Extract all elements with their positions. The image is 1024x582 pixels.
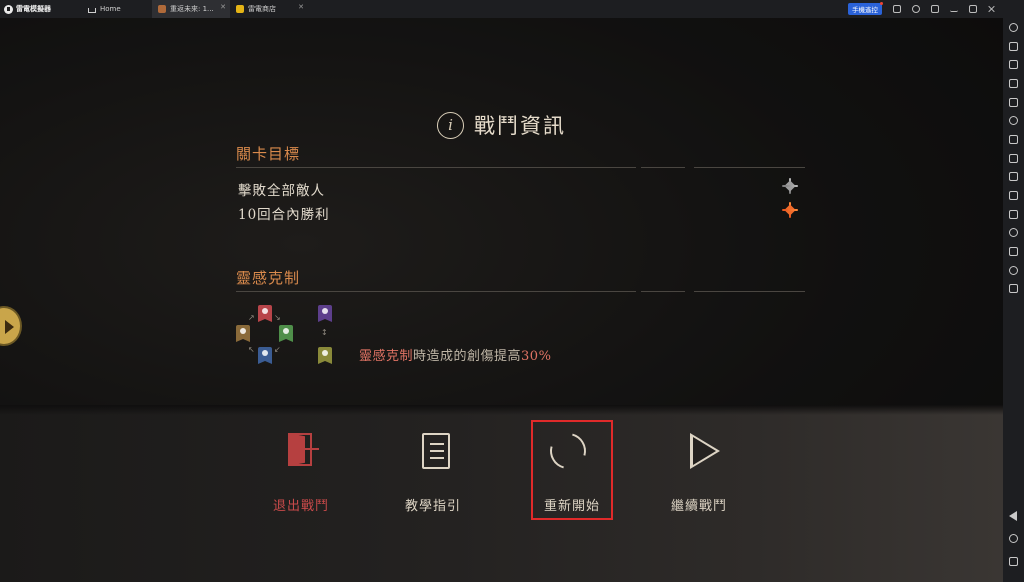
objective-star-earned-icon xyxy=(782,202,798,218)
continue-battle-button[interactable]: 繼續戰鬥 xyxy=(658,429,740,529)
objective-star-unearned-icon xyxy=(782,178,798,194)
divider xyxy=(236,167,636,168)
divider xyxy=(236,291,636,292)
arrow-icon: ↘ xyxy=(274,313,281,322)
settings-icon[interactable] xyxy=(1009,23,1018,32)
shake-icon[interactable] xyxy=(1009,284,1018,293)
record-icon[interactable] xyxy=(1009,154,1018,163)
objectives-heading: 關卡目標 xyxy=(236,145,301,163)
game-viewport[interactable]: i 戰鬥資訊 關卡目標 擊敗全部敵人 10回合內勝利 靈感克制 ↗ ↘ ↙ ↖ … xyxy=(0,18,1003,582)
folder-icon[interactable] xyxy=(1009,247,1018,256)
arrow-icon: ↙ xyxy=(274,345,281,354)
close-tab-icon[interactable]: ✕ xyxy=(220,3,226,11)
store-icon xyxy=(236,5,244,13)
home-icon xyxy=(88,7,96,13)
recent-apps-icon[interactable] xyxy=(1009,557,1018,566)
plant-arcanum-icon xyxy=(279,325,293,342)
book-icon xyxy=(416,431,452,471)
home-nav-icon[interactable] xyxy=(1009,534,1018,543)
keyboard-icon[interactable] xyxy=(1009,42,1018,51)
affinity-wheel: ↗ ↘ ↙ ↖ ↕ xyxy=(234,305,334,381)
gamepad-icon[interactable] xyxy=(893,5,901,13)
tab-store-label: 雷電商店 xyxy=(248,5,276,13)
divider xyxy=(694,291,805,292)
tab-home[interactable]: Home xyxy=(78,0,152,18)
account-icon[interactable] xyxy=(912,5,920,13)
sync-icon[interactable] xyxy=(1009,210,1018,219)
tab-game[interactable]: 重返未來: 1... ✕ xyxy=(152,0,230,18)
affinity-keyword: 靈感克制 xyxy=(359,349,414,364)
affinity-middle-text: 時造成的創傷提高 xyxy=(413,349,522,364)
exit-battle-button[interactable]: 退出戰鬥 xyxy=(260,429,342,529)
exit-door-icon xyxy=(284,431,320,471)
volume-down-icon[interactable] xyxy=(1009,79,1018,88)
restart-label: 重新開始 xyxy=(543,499,600,514)
objective-item: 10回合內勝利 xyxy=(238,207,330,223)
arrow-icon: ↖ xyxy=(248,345,255,354)
location-icon[interactable] xyxy=(1009,266,1018,275)
window-titlebar: 雷電模擬器 Home 重返未來: 1... ✕ 雷電商店 ✕ 手機遙控 xyxy=(0,0,1024,18)
restart-button[interactable]: 重新開始 xyxy=(531,420,613,520)
resize-icon[interactable] xyxy=(1009,98,1018,107)
continue-battle-label: 繼續戰鬥 xyxy=(670,499,727,514)
install-apk-icon[interactable] xyxy=(1009,135,1018,144)
affinity-heading: 靈感克制 xyxy=(236,269,301,287)
battle-info-header: i 戰鬥資訊 xyxy=(0,110,1003,140)
spirit-arcanum-icon xyxy=(318,305,332,322)
scissors-icon[interactable] xyxy=(1009,172,1018,181)
tutorial-guide-button[interactable]: 教學指引 xyxy=(392,429,474,529)
arrow-icon: ↕ xyxy=(321,328,328,337)
divider xyxy=(641,291,685,292)
intellect-arcanum-icon xyxy=(318,347,332,364)
app-logo: 雷電模擬器 xyxy=(0,4,78,14)
affinity-description: 靈感克制時造成的創傷提高30% xyxy=(359,345,551,364)
maximize-icon[interactable] xyxy=(969,5,977,13)
arrow-icon: ↗ xyxy=(248,313,255,322)
affinity-bonus-value: 30% xyxy=(521,349,552,364)
restart-icon xyxy=(543,426,593,476)
remote-control-button[interactable]: 手機遙控 xyxy=(848,2,883,15)
tab-home-label: Home xyxy=(100,5,121,13)
close-tab-icon[interactable]: ✕ xyxy=(298,3,304,11)
app-name: 雷電模擬器 xyxy=(16,5,51,13)
info-icon: i xyxy=(437,111,464,139)
objective-item: 擊敗全部敵人 xyxy=(238,183,325,199)
page-title: 戰鬥資訊 xyxy=(474,114,566,138)
ldplayer-logo-icon xyxy=(4,4,13,14)
menu-icon[interactable] xyxy=(931,5,939,13)
back-icon[interactable] xyxy=(1009,511,1017,521)
divider xyxy=(641,167,685,168)
play-icon xyxy=(682,431,720,471)
beast-arcanum-icon xyxy=(258,305,272,322)
minimize-icon[interactable] xyxy=(950,7,958,12)
star-arcanum-icon xyxy=(258,347,272,364)
game-icon xyxy=(158,5,166,13)
mineral-arcanum-icon xyxy=(236,325,250,342)
multi-window-icon[interactable] xyxy=(1009,191,1018,200)
volume-up-icon[interactable] xyxy=(1009,60,1018,69)
divider xyxy=(694,167,805,168)
exit-battle-label: 退出戰鬥 xyxy=(272,499,329,514)
close-window-icon[interactable] xyxy=(988,5,996,13)
tab-game-label: 重返未來: 1... xyxy=(170,5,214,13)
tab-store[interactable]: 雷電商店 ✕ xyxy=(230,0,308,18)
toggle-icon[interactable] xyxy=(1009,228,1018,237)
rotate-icon[interactable] xyxy=(1009,116,1018,125)
tutorial-guide-label: 教學指引 xyxy=(404,499,461,514)
action-bar xyxy=(0,405,1003,582)
emulator-sidebar xyxy=(1003,18,1024,582)
